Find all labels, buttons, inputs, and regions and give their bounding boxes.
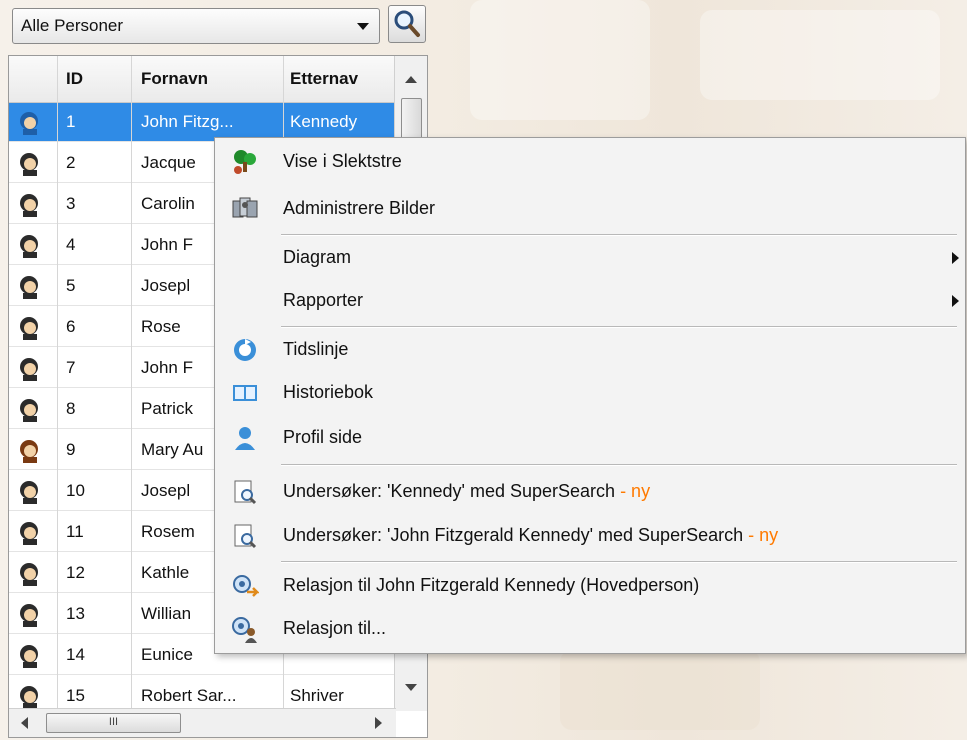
magnifier-icon bbox=[394, 10, 420, 37]
menu-label: Relasjon til... bbox=[283, 618, 387, 638]
cell-id: 13 bbox=[66, 604, 85, 623]
cell-id: 6 bbox=[66, 317, 76, 336]
cell-id: 4 bbox=[66, 235, 76, 254]
person-couple-icon bbox=[20, 645, 38, 668]
cell-id: 10 bbox=[66, 481, 85, 500]
person-male-icon bbox=[20, 399, 38, 422]
table-header: ID Fornavn Etternav bbox=[9, 56, 396, 103]
chevron-down-icon bbox=[357, 23, 369, 30]
menu-separator bbox=[281, 561, 957, 563]
scroll-left-icon[interactable] bbox=[21, 717, 28, 729]
person-couple-icon bbox=[20, 481, 38, 504]
timeline-icon bbox=[234, 339, 256, 361]
cell-id: 1 bbox=[66, 112, 76, 131]
cell-id: 12 bbox=[66, 563, 85, 582]
family-tree-icon bbox=[234, 150, 256, 174]
relation-person-icon bbox=[232, 617, 257, 643]
cell-id: 11 bbox=[66, 522, 84, 541]
cell-id: 5 bbox=[66, 276, 76, 295]
submenu-arrow-icon bbox=[952, 252, 959, 264]
cell-id: 15 bbox=[66, 686, 85, 705]
person-couple-icon bbox=[20, 317, 38, 340]
scroll-grip: III bbox=[108, 716, 119, 728]
relation-icon bbox=[233, 575, 259, 597]
menu-label: Undersøker: 'John Fitzgerald Kennedy' me… bbox=[283, 525, 779, 545]
menu-item-diagram[interactable]: Diagram bbox=[215, 237, 965, 277]
menu-separator bbox=[281, 234, 957, 236]
scroll-right-icon[interactable] bbox=[375, 717, 382, 729]
person-couple-icon bbox=[20, 194, 38, 217]
scroll-up-icon[interactable] bbox=[405, 76, 417, 83]
menu-label: Vise i Slektstre bbox=[283, 151, 402, 171]
menu-item-show-in-tree[interactable]: Vise i Slektstre bbox=[215, 141, 965, 181]
menu-item-supersearch-fullname[interactable]: Undersøker: 'John Fitzgerald Kennedy' me… bbox=[215, 515, 965, 555]
menu-label: Diagram bbox=[283, 247, 352, 267]
menu-label: Historiebok bbox=[283, 382, 374, 402]
scroll-down-icon[interactable] bbox=[405, 684, 417, 691]
menu-label: Rapporter bbox=[283, 290, 364, 310]
new-badge: - ny bbox=[748, 525, 779, 545]
horizontal-scroll-thumb[interactable]: III bbox=[46, 713, 181, 733]
menu-item-relation-to[interactable]: Relasjon til... bbox=[215, 608, 965, 648]
search-document-icon bbox=[234, 480, 257, 505]
context-menu: Vise i Slektstre Administrere Bilder Dia… bbox=[214, 137, 966, 654]
column-id[interactable]: ID bbox=[66, 69, 83, 89]
menu-item-timeline[interactable]: Tidslinje bbox=[215, 329, 965, 369]
cell-first-name: John Fitzg... bbox=[141, 112, 234, 131]
person-blue-icon bbox=[20, 112, 38, 135]
cell-last-name: Kennedy bbox=[290, 112, 358, 131]
search-button[interactable] bbox=[388, 5, 426, 43]
cell-id: 7 bbox=[66, 358, 76, 377]
cell-id: 14 bbox=[66, 645, 85, 664]
person-couple-icon bbox=[20, 153, 38, 176]
cell-id: 8 bbox=[66, 399, 76, 418]
person-male-icon bbox=[20, 604, 38, 627]
person-couple-icon bbox=[20, 276, 38, 299]
vertical-scroll-thumb[interactable] bbox=[401, 98, 422, 142]
menu-item-reports[interactable]: Rapporter bbox=[215, 280, 965, 320]
menu-label: Administrere Bilder bbox=[283, 198, 436, 218]
person-male-icon bbox=[20, 358, 38, 381]
person-couple-icon bbox=[20, 563, 38, 586]
column-last-name[interactable]: Etternav bbox=[290, 69, 358, 89]
person-couple-icon bbox=[20, 235, 38, 258]
menu-label: Profil side bbox=[283, 427, 363, 447]
column-first-name[interactable]: Fornavn bbox=[141, 69, 208, 89]
submenu-arrow-icon bbox=[952, 295, 959, 307]
menu-label: Undersøker: 'Kennedy' med SuperSearch - … bbox=[283, 481, 651, 501]
new-badge: - ny bbox=[620, 481, 651, 501]
person-filter-value: Alle Personer bbox=[21, 16, 124, 35]
menu-label: Tidslinje bbox=[283, 339, 349, 359]
menu-item-relation-main-person[interactable]: Relasjon til John Fitzgerald Kennedy (Ho… bbox=[215, 565, 965, 605]
cell-last-name: Shriver bbox=[290, 686, 344, 705]
photos-icon bbox=[232, 197, 258, 218]
cell-id: 2 bbox=[66, 153, 76, 172]
menu-item-manage-images[interactable]: Administrere Bilder bbox=[215, 188, 965, 228]
horizontal-scrollbar[interactable]: III bbox=[9, 708, 396, 737]
book-icon bbox=[233, 385, 257, 401]
search-document-icon bbox=[234, 524, 257, 549]
person-female-icon bbox=[20, 440, 38, 463]
menu-label: Relasjon til John Fitzgerald Kennedy (Ho… bbox=[283, 575, 700, 595]
person-filter-dropdown[interactable]: Alle Personer bbox=[12, 8, 380, 44]
person-couple-icon bbox=[20, 686, 38, 709]
menu-separator bbox=[281, 326, 957, 328]
profile-icon bbox=[235, 427, 255, 450]
cell-id: 3 bbox=[66, 194, 76, 213]
person-male-icon bbox=[20, 522, 38, 545]
menu-item-supersearch-surname[interactable]: Undersøker: 'Kennedy' med SuperSearch - … bbox=[215, 471, 965, 511]
menu-item-history-book[interactable]: Historiebok bbox=[215, 372, 965, 412]
menu-item-profile-page[interactable]: Profil side bbox=[215, 417, 965, 457]
cell-id: 9 bbox=[66, 440, 76, 459]
cell-first-name: Robert Sar... bbox=[141, 686, 237, 705]
menu-separator bbox=[281, 464, 957, 466]
